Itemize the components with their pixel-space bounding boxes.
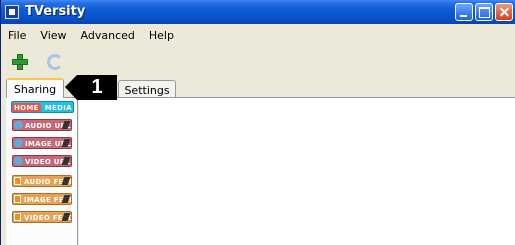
tab-sharing[interactable]: Sharing <box>6 78 64 98</box>
rss-icon <box>14 195 21 203</box>
close-button[interactable] <box>495 3 513 21</box>
minimize-button[interactable] <box>455 3 473 21</box>
callout-badge: 1 <box>65 75 117 100</box>
globe-icon <box>14 157 23 165</box>
menu-bar: File View Advanced Help <box>1 27 181 45</box>
maximize-button[interactable] <box>475 3 493 21</box>
menu-view[interactable]: View <box>33 27 73 45</box>
refresh-icon[interactable] <box>45 52 65 72</box>
video-url-button[interactable]: VIDEO URL <box>12 155 72 167</box>
image-url-button[interactable]: IMAGE URL <box>12 137 72 149</box>
rss-icon <box>14 177 21 185</box>
globe-icon <box>14 139 23 147</box>
media-label: MEDIA <box>44 104 72 112</box>
add-icon[interactable] <box>10 52 30 72</box>
audio-feed-button[interactable]: AUDIO FEED <box>12 175 72 187</box>
menu-file[interactable]: File <box>1 27 33 45</box>
tab-settings[interactable]: Settings <box>118 80 176 98</box>
home-label: HOME <box>12 103 41 112</box>
content-pane <box>79 98 515 245</box>
menu-advanced[interactable]: Advanced <box>74 27 142 45</box>
globe-icon <box>14 121 23 129</box>
rss-icon <box>14 213 21 221</box>
window-title: TVersity <box>25 4 86 19</box>
app-window: TVersity File View Advanced Help Sharing… <box>0 0 515 245</box>
tversity-logo-icon <box>5 5 19 19</box>
home-media-button[interactable]: HOME MEDIA <box>11 101 74 113</box>
sharing-sidebar: HOME MEDIA AUDIO URL IMAGE URL VIDEO URL … <box>6 98 78 245</box>
menu-help[interactable]: Help <box>142 27 181 45</box>
video-feed-button[interactable]: VIDEO FEED <box>12 211 72 223</box>
title-bar[interactable]: TVersity <box>1 0 515 24</box>
audio-url-button[interactable]: AUDIO URL <box>12 119 72 131</box>
image-feed-button[interactable]: IMAGE FEED <box>12 193 72 205</box>
